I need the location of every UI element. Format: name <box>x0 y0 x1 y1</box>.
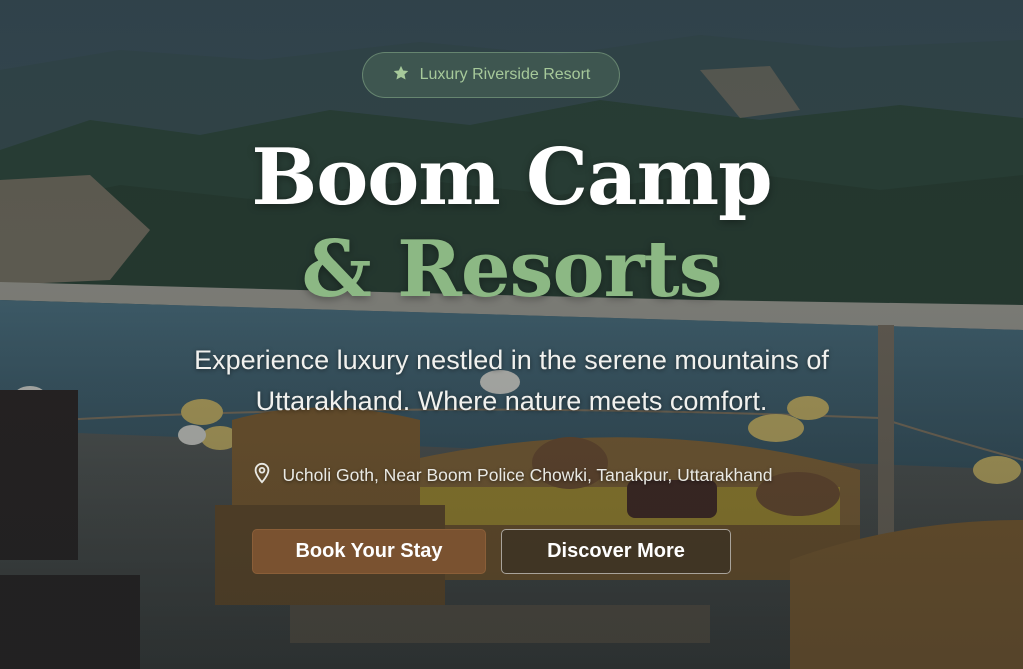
badge-label: Luxury Riverside Resort <box>419 66 591 83</box>
discover-more-button[interactable]: Discover More <box>501 529 731 574</box>
hero-title-line-1: Boom Camp <box>251 132 772 223</box>
star-icon <box>392 64 410 87</box>
resort-badge: Luxury Riverside Resort <box>362 52 620 98</box>
hero-content: Luxury Riverside Resort Boom Camp & Reso… <box>0 0 1023 669</box>
book-your-stay-button[interactable]: Book Your Stay <box>252 529 486 574</box>
map-pin-icon <box>251 462 273 489</box>
location-text: Ucholi Goth, Near Boom Police Chowki, Ta… <box>282 465 773 485</box>
hero-subtitle: Experience luxury nestled in the serene … <box>194 345 829 416</box>
location-line: Ucholi Goth, Near Boom Police Chowki, Ta… <box>0 462 1023 489</box>
hero-section: Luxury Riverside Resort Boom Camp & Reso… <box>0 0 1023 669</box>
hero-title-line-2: & Resorts <box>301 224 723 315</box>
